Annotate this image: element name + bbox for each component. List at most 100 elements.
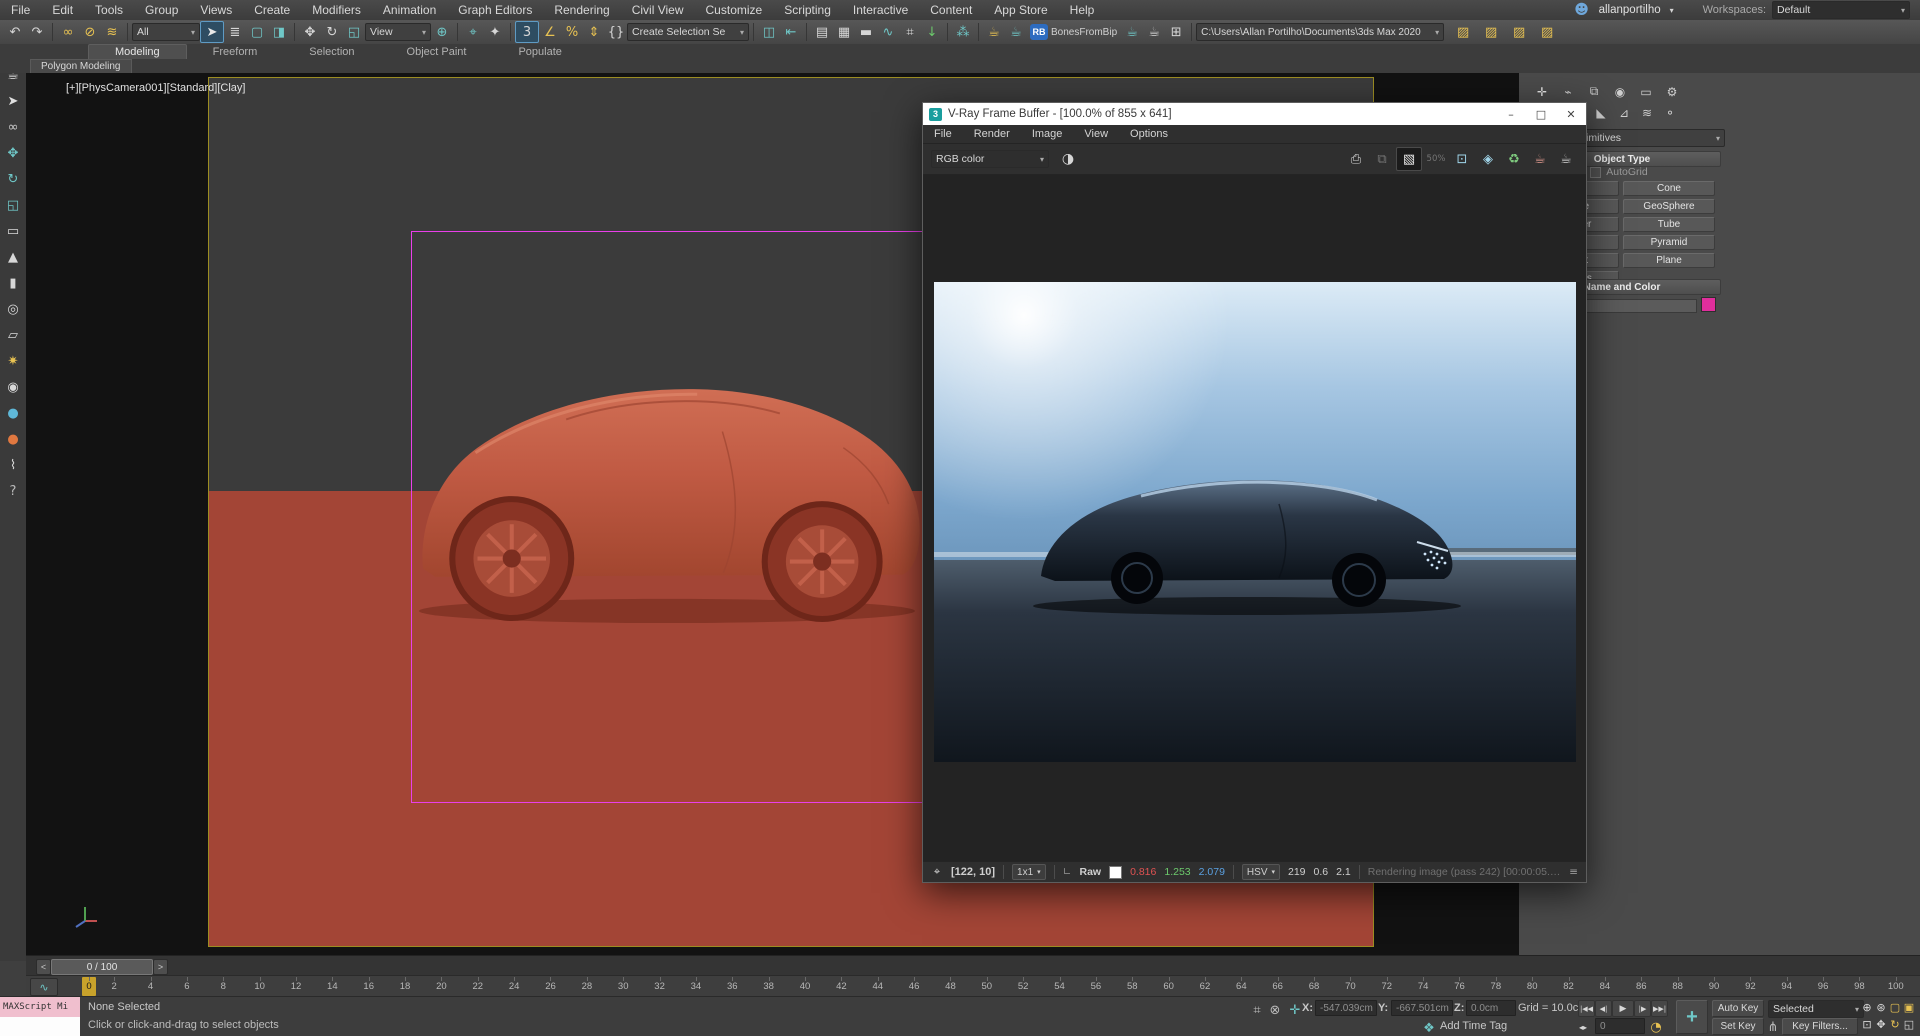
next-key-button[interactable]: |▶: [1634, 1000, 1651, 1017]
add-time-tag-button[interactable]: Add Time Tag: [1440, 1020, 1507, 1032]
camera-icon[interactable]: ◉: [2, 377, 24, 397]
timeline-tick[interactable]: 14: [314, 977, 350, 996]
timeline-tick[interactable]: 16: [351, 977, 387, 996]
timeline-tick[interactable]: 44: [860, 977, 896, 996]
menubar-item[interactable]: Rendering: [543, 0, 620, 20]
auto-key-button[interactable]: Auto Key: [1712, 1000, 1764, 1017]
render-setup-icon[interactable]: ☕: [983, 22, 1005, 42]
menubar-item[interactable]: Animation: [372, 0, 447, 20]
ribbon-tab-modeling[interactable]: Modeling: [88, 44, 187, 59]
close-button[interactable]: ✕: [1556, 103, 1586, 125]
menubar-item[interactable]: Edit: [41, 0, 84, 20]
key-step-icon[interactable]: ◂▸: [1576, 1017, 1590, 1036]
pin-icon[interactable]: ⌖: [931, 862, 943, 882]
menubar-item[interactable]: Scripting: [773, 0, 842, 20]
timeline-tick[interactable]: 8: [205, 977, 241, 996]
menubar-item[interactable]: Views: [189, 0, 243, 20]
save-all-channels-icon[interactable]: ⧉: [1370, 148, 1394, 170]
previous-frame-button[interactable]: <: [36, 959, 51, 975]
display-tab-icon[interactable]: ▭: [1637, 83, 1655, 100]
material-icon[interactable]: ●: [2, 429, 24, 449]
select-place-icon[interactable]: ⊕: [431, 22, 453, 42]
time-slider-handle[interactable]: 0 / 100: [51, 959, 153, 975]
folder-icon[interactable]: ▨: [1480, 22, 1502, 42]
maximize-button[interactable]: □: [1526, 103, 1556, 125]
select-cursor-icon[interactable]: ➤: [2, 91, 24, 111]
timeline-tick[interactable]: 100: [1878, 977, 1914, 996]
timeline-tick[interactable]: 42: [823, 977, 859, 996]
timeline-tick[interactable]: 88: [1659, 977, 1695, 996]
timeline-tick[interactable]: 56: [1078, 977, 1114, 996]
follow-mouse-icon[interactable]: ◈: [1476, 148, 1500, 170]
create-tab-icon[interactable]: ✛: [1533, 83, 1551, 100]
timeline-tick[interactable]: 48: [932, 977, 968, 996]
timeline-tick[interactable]: 70: [1332, 977, 1368, 996]
vfb-menu-item[interactable]: View: [1073, 128, 1119, 140]
timeline-tick[interactable]: 90: [1696, 977, 1732, 996]
vfb-menu-item[interactable]: Image: [1021, 128, 1074, 140]
percent-snap-icon[interactable]: %: [561, 22, 583, 42]
ribbon-tab-object-paint[interactable]: Object Paint: [381, 45, 493, 59]
vfb-title-bar[interactable]: 3 V-Ray Frame Buffer - [100.0% of 855 x …: [923, 103, 1586, 125]
timeline-tick[interactable]: 28: [569, 977, 605, 996]
key-mode-toggle-icon[interactable]: ◔: [1648, 1017, 1664, 1036]
timeline-tick[interactable]: 24: [496, 977, 532, 996]
folder-icon[interactable]: ▨: [1452, 22, 1474, 42]
layer-explorer-icon[interactable]: ▦: [833, 22, 855, 42]
link-icon[interactable]: ∞: [57, 22, 79, 42]
zoom-level-dropdown[interactable]: 1x1▾: [1012, 864, 1046, 880]
username-menu[interactable]: allanportilho: [1599, 4, 1661, 16]
maxscript-listener-row[interactable]: [0, 1017, 80, 1036]
object-color-swatch[interactable]: [1701, 297, 1716, 312]
torus-icon[interactable]: ◎: [2, 299, 24, 319]
angle-snap-icon[interactable]: ∠: [539, 22, 561, 42]
vray-frame-buffer-window[interactable]: 3 V-Ray Frame Buffer - [100.0% of 855 x …: [922, 102, 1587, 883]
spacewarps-icon[interactable]: ≋: [1638, 104, 1656, 121]
go-to-start-button[interactable]: |◀◀: [1578, 1000, 1595, 1017]
reference-coordinate-dropdown[interactable]: View▾: [365, 23, 431, 41]
utilities-tab-icon[interactable]: ⚙: [1663, 83, 1681, 100]
menubar-item[interactable]: Create: [243, 0, 301, 20]
viewport-label[interactable]: [+][PhysCamera001][Standard][Clay]: [66, 82, 245, 94]
timeline-tick[interactable]: 98: [1841, 977, 1877, 996]
timeline-tick[interactable]: 78: [1478, 977, 1514, 996]
duplicate-to-host-icon[interactable]: ⊡: [1450, 148, 1474, 170]
timeline-tick[interactable]: 10: [241, 977, 277, 996]
workspace-dropdown[interactable]: Default▾: [1772, 1, 1910, 19]
timeline-tick[interactable]: 12: [278, 977, 314, 996]
half-resolution-icon[interactable]: 50%: [1424, 148, 1448, 170]
timeline-tick[interactable]: 20: [423, 977, 459, 996]
rendered-image[interactable]: [934, 282, 1576, 762]
timeline-tick[interactable]: 26: [532, 977, 568, 996]
timeline-tick[interactable]: 82: [1550, 977, 1586, 996]
timeline-tick[interactable]: 4: [132, 977, 168, 996]
timeline-tick[interactable]: 68: [1296, 977, 1332, 996]
project-folder-dropdown[interactable]: C:\Users\Allan Portilho\Documents\3ds Ma…: [1196, 23, 1444, 41]
systems-icon[interactable]: ⚬: [1661, 104, 1679, 121]
menubar-item[interactable]: Help: [1059, 0, 1106, 20]
hsv-dropdown[interactable]: HSV▾: [1242, 864, 1280, 880]
align-icon[interactable]: ⇤: [780, 22, 802, 42]
orbit-icon[interactable]: ↻: [1888, 1017, 1902, 1032]
timeline-tick[interactable]: 84: [1587, 977, 1623, 996]
pan-view-icon[interactable]: ✥: [1874, 1017, 1888, 1032]
stop-render-icon[interactable]: ☕: [1528, 148, 1552, 170]
send-down-icon[interactable]: ↓: [921, 22, 943, 42]
timeline-tick[interactable]: 50: [969, 977, 1005, 996]
named-selection-sets-icon[interactable]: {}: [605, 22, 627, 42]
bones-from-bip-icon[interactable]: RB: [1030, 24, 1048, 40]
z-coordinate-field[interactable]: 0.0cm: [1466, 1000, 1516, 1016]
cylinder-icon[interactable]: ▮: [2, 273, 24, 293]
timeline-tick[interactable]: 36: [714, 977, 750, 996]
play-button[interactable]: ▶: [1612, 1000, 1634, 1017]
menubar-item[interactable]: Content: [919, 0, 983, 20]
next-frame-button[interactable]: >: [153, 959, 168, 975]
snap-3d-icon[interactable]: 3: [515, 21, 539, 43]
timeline-tick[interactable]: 46: [896, 977, 932, 996]
timeline-tick[interactable]: 62: [1187, 977, 1223, 996]
select-by-name-icon[interactable]: ≣: [224, 22, 246, 42]
timeline-tick[interactable]: 58: [1114, 977, 1150, 996]
render-iterative-icon[interactable]: ☕: [1143, 22, 1165, 42]
vfb-status-menu-icon[interactable]: ≡: [1569, 866, 1578, 878]
previous-key-button[interactable]: ◀|: [1595, 1000, 1612, 1017]
